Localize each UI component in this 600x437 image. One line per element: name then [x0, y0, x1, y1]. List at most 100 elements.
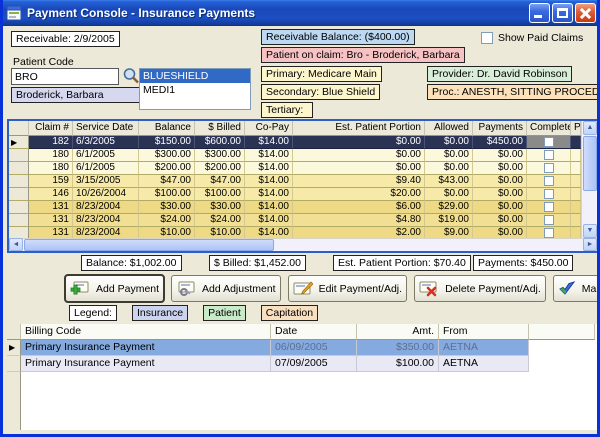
scroll-down-icon[interactable]	[583, 224, 597, 238]
copay: $14.00	[245, 136, 293, 149]
balance: $24.00	[139, 214, 195, 227]
col-date[interactable]: Date	[271, 324, 357, 340]
row-selector[interactable]	[9, 149, 29, 162]
horizontal-scroll-thumb[interactable]	[24, 239, 274, 251]
claims-horizontal-scrollbar[interactable]	[9, 238, 597, 251]
add-payment-button[interactable]: Add Payment	[65, 275, 164, 302]
complete-checkbox[interactable]	[544, 176, 554, 186]
row-selector[interactable]	[9, 201, 29, 214]
row-selector[interactable]: ▶	[9, 136, 29, 149]
balance: $200.00	[139, 162, 195, 175]
balance: $100.00	[139, 188, 195, 201]
scroll-up-icon[interactable]	[583, 121, 597, 135]
claims-row[interactable]: 1318/23/2004$30.00$30.00$14.00$6.00$29.0…	[9, 201, 581, 214]
col-est-patient-portion[interactable]: Est. Patient Portion	[293, 121, 425, 136]
partial-cell	[571, 214, 581, 227]
col-billed[interactable]: $ Billed	[195, 121, 245, 136]
row-selector[interactable]	[9, 188, 29, 201]
insurance-list-item[interactable]: BLUESHIELD	[140, 69, 250, 83]
claims-row[interactable]: ▶1826/3/2005$150.00$600.00$14.00$0.00$0.…	[9, 136, 581, 149]
copay: $14.00	[245, 175, 293, 188]
payment-amount: $350.00	[357, 340, 439, 356]
claim-number: 146	[29, 188, 73, 201]
claims-row[interactable]: 14610/26/2004$100.00$100.00$14.00$20.00$…	[9, 188, 581, 201]
col-billing-code[interactable]: Billing Code	[21, 324, 271, 340]
mark-complete-button[interactable]: Mark Complete	[553, 275, 600, 302]
col-payments[interactable]: Payments	[473, 121, 527, 136]
service-date: 8/23/2004	[73, 214, 139, 227]
billed: $100.00	[195, 188, 245, 201]
delete-payment-button[interactable]: Delete Payment/Adj.	[414, 275, 546, 302]
row-selector[interactable]	[9, 214, 29, 227]
show-paid-claims-checkbox[interactable]	[481, 32, 493, 44]
copay: $14.00	[245, 227, 293, 238]
payment-from: AETNA	[439, 340, 529, 356]
add-adjustment-label: Add Adjustment	[202, 283, 276, 295]
payments-header-row: Billing Code Date Amt. From	[7, 324, 599, 340]
scroll-left-icon[interactable]	[9, 238, 23, 251]
complete-checkbox[interactable]	[544, 163, 554, 173]
minimize-icon	[534, 15, 542, 18]
row-selector[interactable]: ▶	[7, 340, 21, 356]
partial-cell	[571, 175, 581, 188]
search-icon[interactable]	[122, 67, 140, 85]
col-from[interactable]: From	[439, 324, 529, 340]
maximize-button[interactable]	[552, 3, 573, 23]
payment-date: 07/09/2005	[271, 356, 357, 372]
claims-row[interactable]: 1318/23/2004$24.00$24.00$14.00$4.80$19.0…	[9, 214, 581, 227]
partial-cell	[571, 162, 581, 175]
edit-payment-button[interactable]: Edit Payment/Adj.	[288, 275, 407, 302]
vertical-scroll-thumb[interactable]	[583, 136, 597, 191]
complete-checkbox[interactable]	[544, 150, 554, 160]
patient-code-input[interactable]	[11, 68, 119, 85]
complete-cell	[527, 201, 571, 214]
edit-payment-icon	[293, 281, 313, 297]
complete-checkbox[interactable]	[544, 189, 554, 199]
allowed: $43.00	[425, 175, 473, 188]
payment-row[interactable]: Primary Insurance Payment07/09/2005$100.…	[7, 356, 599, 372]
row-selector[interactable]	[9, 175, 29, 188]
insurance-listbox[interactable]: BLUESHIELD MEDI1	[139, 68, 251, 110]
balance: $150.00	[139, 136, 195, 149]
complete-checkbox[interactable]	[544, 215, 554, 225]
col-copay[interactable]: Co-Pay	[245, 121, 293, 136]
claims-row[interactable]: 1318/23/2004$10.00$10.00$14.00$2.00$9.00…	[9, 227, 581, 238]
col-amt[interactable]: Amt.	[357, 324, 439, 340]
payments: $0.00	[473, 175, 527, 188]
insurance-list-item[interactable]: MEDI1	[140, 83, 250, 97]
allowed: $0.00	[425, 188, 473, 201]
legend: Legend: Insurance Patient Capitation	[69, 305, 318, 321]
col-balance[interactable]: Balance	[139, 121, 195, 136]
claims-row[interactable]: 1806/1/2005$300.00$300.00$14.00$0.00$0.0…	[9, 149, 581, 162]
mark-complete-icon	[558, 280, 576, 297]
allowed: $0.00	[425, 162, 473, 175]
patient-name-box: Broderick, Barbara	[11, 87, 141, 103]
scroll-right-icon[interactable]	[583, 238, 597, 251]
complete-checkbox[interactable]	[544, 137, 554, 147]
close-button[interactable]	[575, 3, 596, 23]
row-selector[interactable]	[7, 356, 21, 372]
minimize-button[interactable]	[529, 3, 550, 23]
tertiary-insurance-box: Tertiary:	[261, 102, 313, 118]
col-partial[interactable]: P	[571, 121, 581, 136]
balance: $30.00	[139, 201, 195, 214]
claim-number: 182	[29, 136, 73, 149]
add-adjustment-button[interactable]: Add Adjustment	[171, 275, 281, 302]
show-paid-claims[interactable]: Show Paid Claims	[481, 32, 583, 44]
col-complete[interactable]: Complete	[527, 121, 571, 136]
billed: $47.00	[195, 175, 245, 188]
payment-row[interactable]: ▶Primary Insurance Payment06/09/2005$350…	[7, 340, 599, 356]
claims-vertical-scrollbar[interactable]	[581, 121, 597, 238]
col-service-date[interactable]: Service Date	[73, 121, 139, 136]
total-balance-box: Balance: $1,002.00	[81, 255, 182, 271]
col-allowed[interactable]: Allowed	[425, 121, 473, 136]
show-paid-claims-label: Show Paid Claims	[498, 32, 583, 44]
claims-row[interactable]: 1806/1/2005$200.00$200.00$14.00$0.00$0.0…	[9, 162, 581, 175]
complete-checkbox[interactable]	[544, 202, 554, 212]
col-claim[interactable]: Claim #	[29, 121, 73, 136]
row-selector[interactable]	[9, 227, 29, 238]
claims-row[interactable]: 1593/15/2005$47.00$47.00$14.00$9.40$43.0…	[9, 175, 581, 188]
payments: $0.00	[473, 227, 527, 238]
row-selector[interactable]	[9, 162, 29, 175]
complete-checkbox[interactable]	[544, 228, 554, 238]
